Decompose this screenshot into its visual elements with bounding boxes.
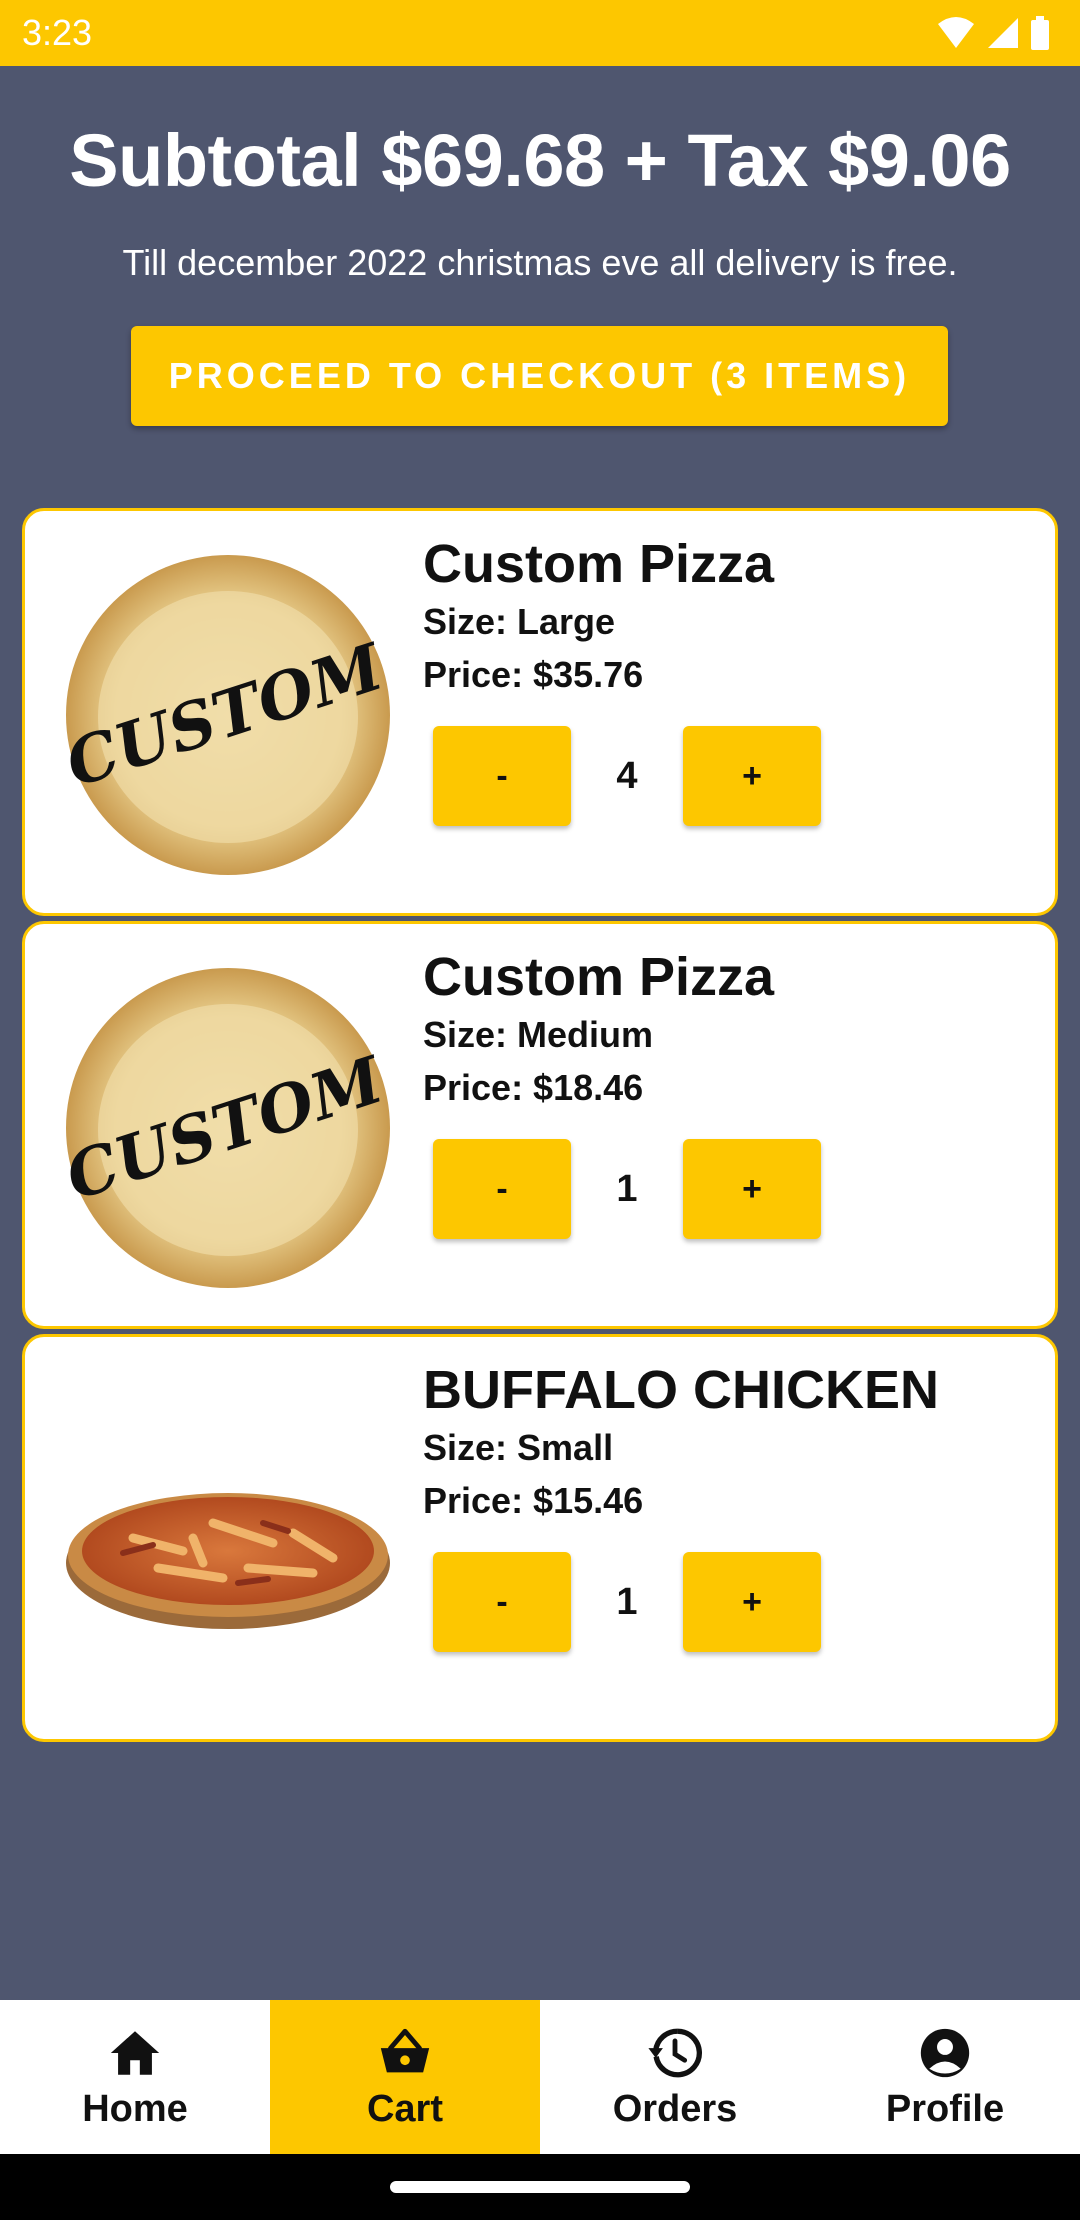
cart-item: CUSTOM Custom Pizza Size: Large Price: $…	[22, 508, 1058, 916]
battery-icon	[1031, 16, 1049, 50]
nav-label: Home	[82, 2087, 188, 2130]
quantity-value: 1	[616, 1168, 638, 1210]
cart-item: CUSTOM Custom Pizza Size: Medium Price: …	[22, 921, 1058, 1329]
wifi-icon	[938, 17, 974, 48]
nav-label: Cart	[366, 2087, 444, 2130]
basket-icon	[380, 2028, 430, 2072]
order-summary-title: Subtotal $69.68 + Tax $9.06	[69, 119, 1011, 202]
custom-pizza-image: CUSTOM	[63, 968, 393, 1288]
quantity-value: 1	[616, 1581, 638, 1623]
item-price: Price: $18.46	[423, 1067, 644, 1108]
system-gesture-bar	[0, 2154, 1080, 2220]
proceed-to-checkout-button[interactable]: PROCEED TO CHECKOUT (3 ITEMS)	[131, 326, 948, 426]
nav-item-profile[interactable]: Profile	[810, 2000, 1080, 2154]
home-gesture-handle[interactable]	[390, 2181, 690, 2193]
history-icon	[648, 2028, 702, 2077]
nav-item-orders[interactable]: Orders	[540, 2000, 810, 2154]
custom-pizza-image: CUSTOM	[63, 555, 393, 875]
item-name: Custom Pizza	[423, 534, 775, 594]
item-size: Size: Medium	[423, 1014, 654, 1055]
home-icon	[110, 2030, 160, 2075]
signal-icon	[988, 18, 1018, 48]
item-price: Price: $35.76	[423, 654, 644, 695]
increase-quantity-button[interactable]: +	[683, 1552, 821, 1652]
item-size: Size: Large	[423, 601, 616, 642]
item-price: Price: $15.46	[423, 1480, 644, 1521]
increase-quantity-button[interactable]: +	[683, 726, 821, 826]
promo-message: Till december 2022 christmas eve all del…	[122, 242, 958, 283]
status-icons	[936, 14, 1050, 52]
decrease-quantity-button[interactable]: -	[433, 1552, 571, 1652]
nav-label: Profile	[885, 2087, 1005, 2130]
nav-item-home[interactable]: Home	[0, 2000, 270, 2154]
item-size: Size: Small	[423, 1427, 614, 1468]
nav-item-cart[interactable]: Cart	[270, 2000, 540, 2154]
status-bar: 3:23	[0, 0, 1080, 66]
status-time: 3:23	[22, 12, 93, 53]
quantity-value: 4	[616, 755, 638, 797]
item-name: BUFFALO CHICKEN	[423, 1360, 939, 1420]
decrease-quantity-button[interactable]: -	[433, 1139, 571, 1239]
buffalo-chicken-pizza-image	[66, 1493, 390, 1629]
bottom-navigation: Home Cart Orders Profile	[0, 2000, 1080, 2154]
increase-quantity-button[interactable]: +	[683, 1139, 821, 1239]
decrease-quantity-button[interactable]: -	[433, 726, 571, 826]
item-name: Custom Pizza	[423, 947, 775, 1007]
nav-label: Orders	[612, 2087, 738, 2130]
cart-item: BUFFALO CHICKEN Size: Small Price: $15.4…	[22, 1334, 1058, 1742]
account-circle-icon	[920, 2028, 970, 2077]
